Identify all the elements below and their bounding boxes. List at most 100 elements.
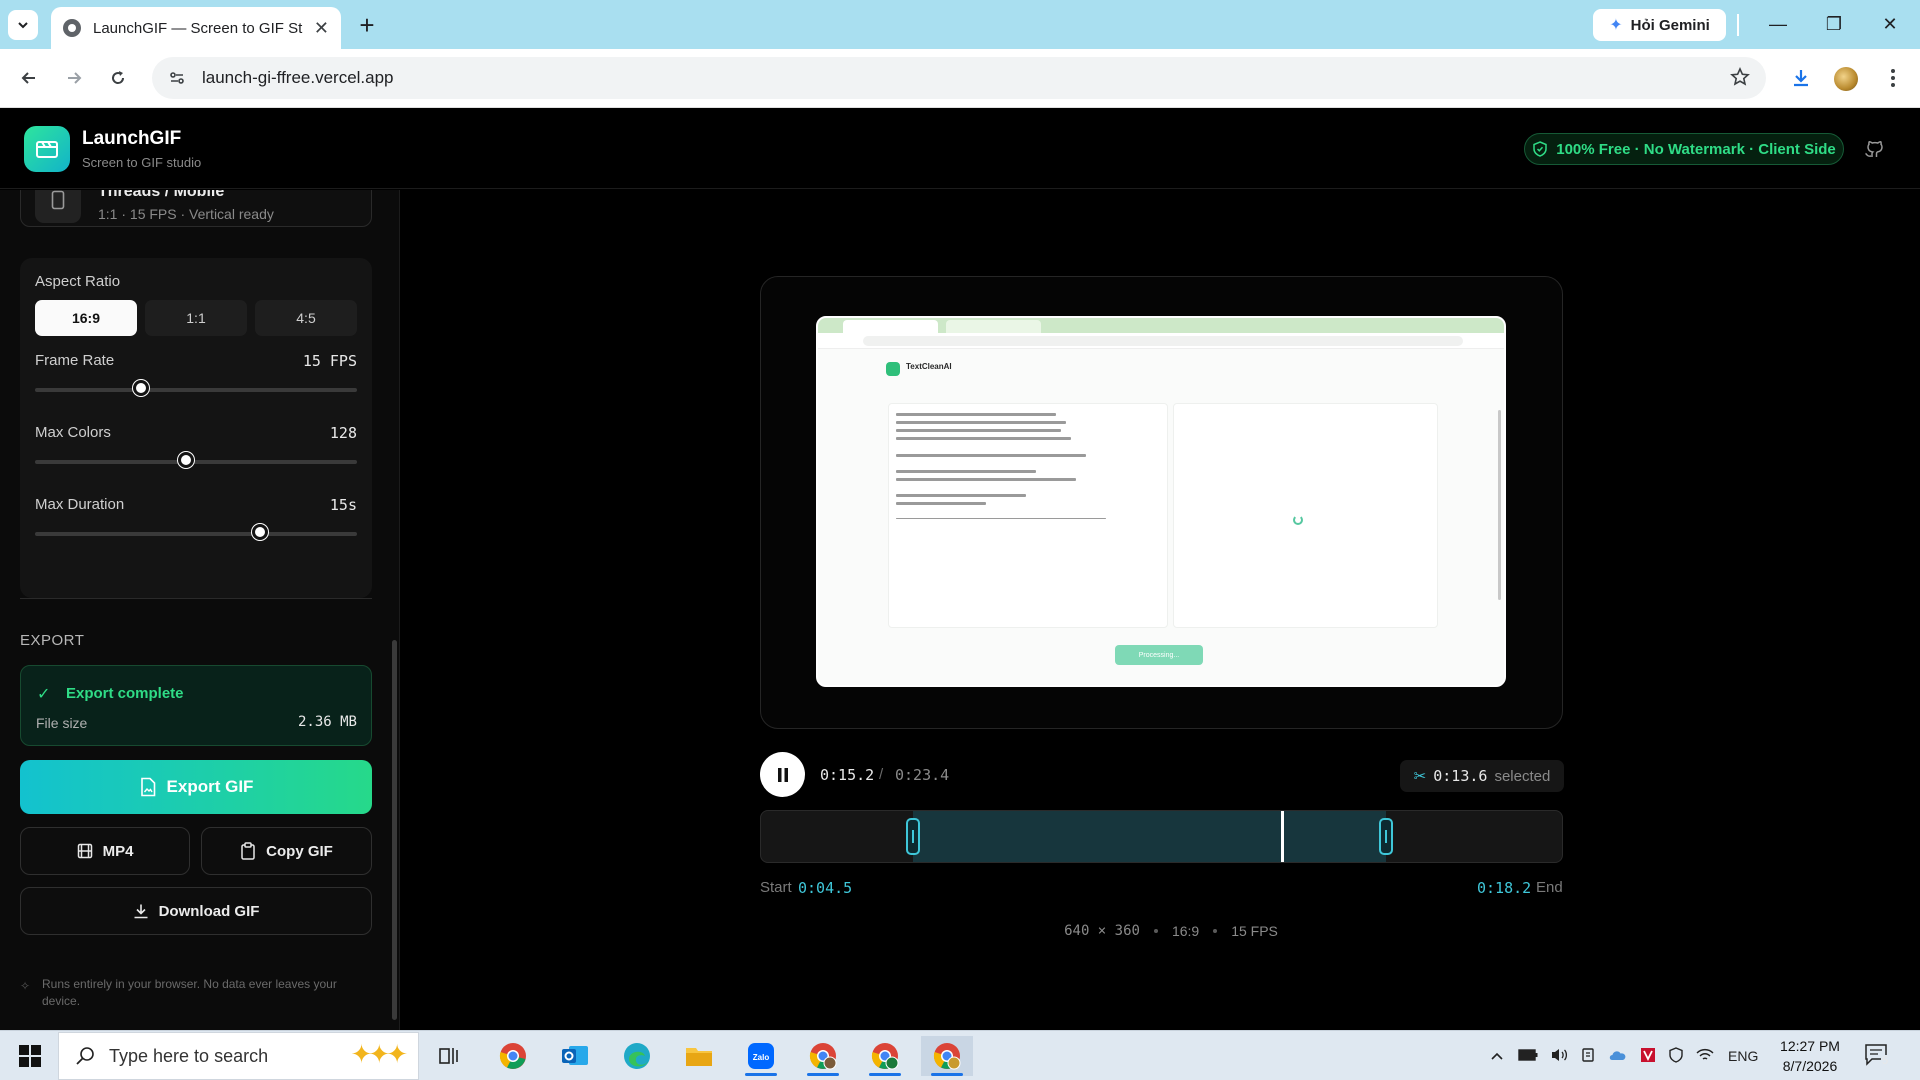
aspect-option-1-1[interactable]: 1:1	[145, 300, 247, 336]
outlook-taskbar-icon[interactable]	[549, 1036, 601, 1076]
gemini-button[interactable]: ✦ Hỏi Gemini	[1593, 9, 1726, 41]
download-icon	[134, 904, 148, 919]
close-window-button[interactable]: ✕	[1870, 8, 1910, 40]
max-colors-label: Max Colors	[35, 424, 111, 441]
preview-processing-button: Processing...	[1115, 645, 1203, 665]
github-icon[interactable]	[1864, 139, 1884, 159]
current-time: 0:15.2	[820, 766, 875, 784]
tab-title: LaunchGIF — Screen to GIF Studio	[93, 19, 303, 37]
fps-meta: 15 FPS	[1231, 923, 1278, 939]
preview-address-field	[863, 336, 1463, 346]
main-preview-area: TextCleanAI Processing... 0:15.2 / 0:23.…	[401, 190, 1920, 1030]
copy-gif-button[interactable]: Copy GIF	[201, 827, 372, 875]
new-tab-button[interactable]: +	[352, 10, 382, 40]
chevron-up-icon[interactable]	[1490, 1048, 1504, 1064]
site-info-icon[interactable]	[166, 67, 188, 89]
pause-button[interactable]	[760, 752, 805, 797]
aspect-option-16-9[interactable]: 16:9	[35, 300, 137, 336]
notifications-button[interactable]: 5	[1864, 1043, 1892, 1069]
trim-selection-range	[913, 811, 1386, 862]
zalo-taskbar-icon[interactable]: Zalo	[735, 1036, 787, 1076]
antivirus-icon[interactable]	[1640, 1047, 1656, 1066]
chrome-profile-taskbar-icon[interactable]	[859, 1036, 911, 1076]
preset-card-threads-mobile[interactable]: Threads / Mobile 1:1 · 15 FPS · Vertical…	[20, 190, 372, 227]
system-clock[interactable]: 12:27 PM 8/7/2026	[1770, 1036, 1850, 1076]
mp4-button[interactable]: MP4	[20, 827, 190, 875]
edge-taskbar-icon[interactable]	[611, 1036, 663, 1076]
reload-button[interactable]	[101, 61, 135, 95]
downloads-button[interactable]	[1784, 61, 1818, 95]
start-label: Start	[760, 879, 792, 896]
task-view-icon[interactable]	[424, 1036, 476, 1076]
close-tab-icon[interactable]: ✕	[314, 18, 329, 39]
max-duration-slider[interactable]	[35, 524, 357, 540]
tab-search-button[interactable]	[8, 10, 38, 40]
clock-date: 8/7/2026	[1782, 1058, 1838, 1074]
address-bar[interactable]: launch-gi-ffree.vercel.app	[152, 57, 1766, 99]
gif-preview-frame: TextCleanAI Processing...	[760, 276, 1563, 729]
mp4-label: MP4	[102, 842, 134, 860]
wifi-icon[interactable]	[1696, 1048, 1714, 1065]
onedrive-icon[interactable]	[1608, 1048, 1628, 1065]
sidebar-scrollbar[interactable]	[392, 640, 397, 1020]
url-text: launch-gi-ffree.vercel.app	[202, 68, 394, 87]
back-button[interactable]	[12, 61, 46, 95]
favicon-icon	[63, 19, 81, 37]
time-separator: /	[879, 766, 884, 783]
file-size-label: File size	[36, 715, 88, 731]
volume-icon[interactable]	[1550, 1047, 1568, 1066]
preview-text-line	[896, 413, 1056, 416]
trim-end-handle[interactable]	[1378, 818, 1393, 855]
security-shield-icon[interactable]	[1668, 1046, 1684, 1066]
download-gif-button[interactable]: Download GIF	[20, 887, 372, 935]
selected-label: selected	[1494, 767, 1551, 785]
chrome-profile-taskbar-icon[interactable]	[797, 1036, 849, 1076]
max-colors-slider[interactable]	[35, 452, 357, 468]
max-colors-slider-thumb[interactable]	[178, 452, 195, 468]
chrome-active-taskbar-icon[interactable]	[921, 1036, 973, 1076]
device-icon[interactable]	[1580, 1047, 1596, 1066]
trim-start-handle[interactable]	[906, 818, 921, 855]
preview-tab-bar	[818, 318, 1504, 333]
aspect-option-4-5[interactable]: 4:5	[255, 300, 357, 336]
profile-avatar[interactable]	[1834, 67, 1858, 91]
playhead[interactable]	[1280, 811, 1284, 862]
end-label: End	[1536, 879, 1563, 896]
frame-rate-slider[interactable]	[35, 380, 357, 396]
restore-button[interactable]: ❐	[1814, 8, 1854, 40]
start-button[interactable]	[10, 1041, 50, 1071]
bookmark-star-icon[interactable]	[1730, 67, 1750, 92]
export-gif-button[interactable]: Export GIF	[20, 760, 372, 814]
app-name: LaunchGIF	[82, 128, 182, 149]
preview-text-line	[896, 502, 986, 505]
dot-separator	[1213, 929, 1218, 933]
app-logo-icon	[24, 126, 70, 172]
chrome-taskbar-icon[interactable]	[487, 1036, 539, 1076]
frame-rate-slider-thumb[interactable]	[133, 380, 150, 396]
divider	[1737, 14, 1739, 36]
selected-duration: 0:13.6	[1433, 767, 1488, 785]
export-heading: EXPORT	[20, 632, 85, 649]
preview-brand: TextCleanAI	[906, 362, 952, 371]
max-duration-slider-thumb[interactable]	[252, 524, 269, 540]
preview-text-line	[896, 429, 1061, 432]
battery-icon[interactable]	[1518, 1048, 1538, 1064]
taskbar-search[interactable]: Type here to search ✦✦✦	[58, 1032, 419, 1080]
film-icon	[77, 843, 92, 859]
preview-text-line	[896, 454, 1086, 457]
clipboard-icon	[241, 842, 255, 860]
settings-card: Aspect Ratio 16:9 1:1 4:5 Frame Rate 15 …	[20, 258, 372, 598]
minimize-button[interactable]: —	[1758, 8, 1798, 40]
export-status-card: ✓ Export complete File size 2.36 MB	[20, 665, 372, 746]
file-explorer-taskbar-icon[interactable]	[673, 1036, 725, 1076]
trim-timeline[interactable]	[760, 810, 1563, 863]
browser-menu-button[interactable]	[1876, 61, 1910, 95]
free-badge: 100% Free · No Watermark · Client Side	[1524, 133, 1844, 165]
language-indicator[interactable]: ENG	[1728, 1048, 1758, 1064]
preview-text-line	[896, 470, 1036, 473]
browser-tab[interactable]: LaunchGIF — Screen to GIF Studio ✕	[51, 7, 341, 49]
forward-button[interactable]	[57, 61, 91, 95]
preview-address-bar	[818, 333, 1504, 349]
dot-separator	[1153, 929, 1158, 933]
file-image-icon	[140, 777, 155, 797]
